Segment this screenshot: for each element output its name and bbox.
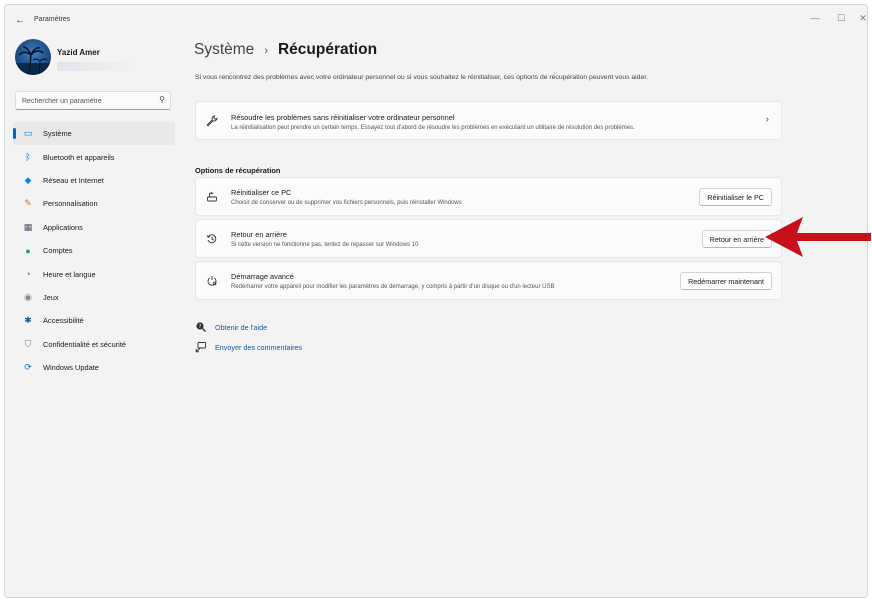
- go-back-button[interactable]: Retour en arrière: [701, 230, 772, 248]
- history-icon: [206, 233, 218, 245]
- search-box[interactable]: ⚲: [15, 91, 171, 110]
- system-icon: ▭: [23, 128, 33, 139]
- sidebar-item-4[interactable]: ✎ Personnalisation: [13, 192, 175, 215]
- sidebar-item-label: Windows Update: [43, 363, 99, 373]
- advanced-startup-card: Démarrage avancé Redémarrer votre appare…: [195, 261, 782, 300]
- sidebar-item-3[interactable]: ◆ Réseau et Internet: [13, 169, 175, 192]
- sidebar-item-7[interactable]: ◔ Heure et langue: [13, 262, 175, 285]
- gamepad-icon: ◉: [24, 291, 32, 302]
- sidebar-item-5[interactable]: ▦ Applications: [13, 216, 175, 239]
- sidebar-item-label: Heure et langue: [43, 269, 96, 279]
- reset-pc-description: Choisir de conserver ou de supprimer vos…: [231, 200, 462, 206]
- go-back-title: Retour en arrière: [231, 230, 287, 239]
- advanced-startup-title: Démarrage avancé: [231, 272, 294, 281]
- search-icon[interactable]: ⚲: [159, 95, 165, 104]
- reset-pc-card: Réinitialiser ce PC Choisir de conserver…: [195, 177, 782, 216]
- go-back-card: Retour en arrière Si cette version ne fo…: [195, 219, 782, 258]
- sidebar-item-1[interactable]: ▭ Système: [13, 122, 175, 146]
- user-profile[interactable]: Yazid Amer: [15, 39, 185, 81]
- breadcrumb-separator-icon: ›: [264, 45, 268, 57]
- svg-text:?: ?: [199, 324, 202, 330]
- page-intro: Si vous rencontrez des problèmes avec vo…: [195, 74, 649, 81]
- search-input[interactable]: [22, 95, 152, 107]
- feedback-link[interactable]: Envoyer des commentaires: [195, 341, 302, 353]
- shield-icon: ⛉: [24, 338, 32, 349]
- reset-pc-button[interactable]: Réinitialiser le PC: [699, 188, 772, 206]
- wrench-icon: [206, 115, 218, 127]
- sidebar-item-label: Confidentialité et sécurité: [43, 339, 126, 349]
- sidebar-item-label: Applications: [43, 222, 83, 232]
- sidebar-item-label: Accessibilité: [43, 316, 84, 326]
- troubleshoot-title: Résoudre les problèmes sans réinitialise…: [231, 113, 455, 122]
- bluetooth-icon: ᛒ: [25, 152, 31, 163]
- wifi-icon: ◆: [24, 174, 32, 185]
- advanced-startup-icon: [206, 275, 218, 287]
- sidebar-item-10[interactable]: ⛉ Confidentialité et sécurité: [13, 333, 175, 356]
- sidebar-item-2[interactable]: ᛒ Bluetooth et appareils: [13, 145, 175, 168]
- sidebar-item-8[interactable]: ◉ Jeux: [13, 286, 175, 309]
- sidebar-item-label: Bluetooth et appareils: [43, 152, 115, 162]
- reset-pc-title: Réinitialiser ce PC: [231, 188, 292, 197]
- title-bar: ← Paramètres — ☐ ✕: [5, 5, 867, 35]
- sidebar-item-11[interactable]: ⟳ Windows Update: [13, 356, 175, 379]
- advanced-startup-description: Redémarrer votre appareil pour modifier …: [231, 284, 555, 290]
- profile-email-redacted: [57, 62, 137, 71]
- sidebar-item-label: Personnalisation: [43, 199, 98, 209]
- update-icon: ⟳: [24, 362, 32, 373]
- help-icon: ?: [195, 321, 207, 333]
- chevron-right-icon[interactable]: ›: [766, 114, 769, 125]
- minimize-button[interactable]: —: [803, 11, 827, 25]
- globe-clock-icon: ◔: [25, 269, 31, 280]
- sidebar-nav: ▭ Système ᛒ Bluetooth et appareils ◆ Réseau e…: [13, 122, 175, 379]
- account-icon: ●: [25, 245, 31, 256]
- feedback-icon: [195, 341, 207, 353]
- sidebar-item-label: Réseau et Internet: [43, 175, 104, 185]
- profile-name: Yazid Amer: [57, 48, 100, 57]
- section-title: Options de récupération: [195, 166, 281, 175]
- brush-icon: ✎: [24, 198, 32, 209]
- sidebar-item-9[interactable]: ✱ Accessibilité: [13, 309, 175, 332]
- palm-tree-icon: [15, 46, 51, 75]
- settings-window: ← Paramètres — ☐ ✕ Yazid Amer ⚲ ▭ Système…: [4, 4, 868, 598]
- troubleshoot-description: La réinitialisation peut prendre un cert…: [231, 125, 635, 131]
- restart-now-button[interactable]: Redémarrer maintenant: [680, 272, 772, 290]
- reset-pc-icon: [206, 191, 218, 203]
- back-arrow-icon[interactable]: ←: [13, 13, 27, 27]
- sidebar-item-label: Comptes: [43, 246, 73, 256]
- breadcrumb-parent[interactable]: Système: [194, 41, 254, 59]
- maximize-button[interactable]: ☐: [829, 11, 853, 25]
- sidebar-item-6[interactable]: ● Comptes: [13, 239, 175, 262]
- apps-icon: ▦: [23, 221, 33, 232]
- go-back-description: Si cette version ne fonctionne pas, tent…: [231, 242, 419, 248]
- breadcrumb: Système › Récupération: [194, 41, 377, 59]
- sidebar-item-label: Système: [43, 129, 72, 139]
- page-title: Récupération: [277, 41, 378, 58]
- sidebar-item-label: Jeux: [43, 292, 59, 302]
- app-title: Paramètres: [34, 16, 71, 23]
- close-button[interactable]: ✕: [851, 11, 867, 25]
- troubleshoot-card[interactable]: Résoudre les problèmes sans réinitialise…: [195, 101, 782, 140]
- get-help-label[interactable]: Obtenir de l'aide: [215, 323, 267, 332]
- annotation-arrow-icon: [765, 217, 871, 257]
- avatar: [15, 39, 51, 75]
- accessibility-icon: ✱: [24, 315, 32, 326]
- feedback-label[interactable]: Envoyer des commentaires: [215, 343, 302, 352]
- get-help-link[interactable]: ? Obtenir de l'aide: [195, 321, 267, 333]
